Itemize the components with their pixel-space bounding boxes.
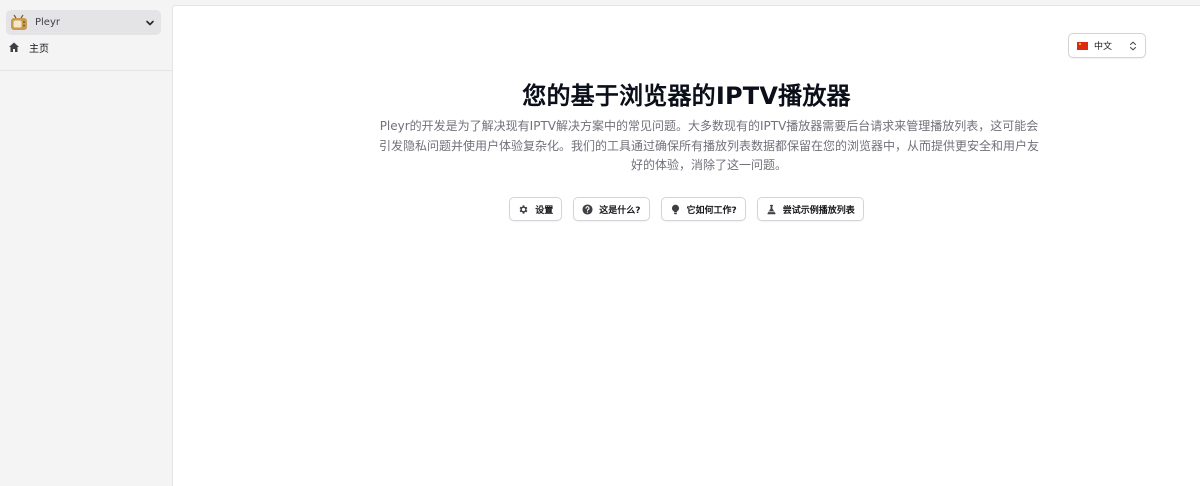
what-is-this-button[interactable]: 这是什么? [573,197,650,221]
try-sample-playlist-button-label: 尝试示例播放列表 [782,205,855,216]
how-it-works-button-label: 它如何工作? [686,205,737,216]
settings-button-label: 设置 [535,205,554,216]
question-icon [582,203,593,215]
page-description: Pleyr的开发是为了解决现有IPTV解决方案中的常见问题。大多数现有的IPTV… [378,119,1039,172]
try-sample-playlist-button[interactable]: 尝试示例播放列表 [756,197,864,221]
home-icon [8,41,20,53]
sidebar-item-home[interactable]: 主页 [8,38,163,56]
language-select[interactable]: 中文 [1068,33,1146,58]
lightbulb-icon [670,204,681,215]
flask-icon [766,204,777,215]
gear-icon [518,204,529,215]
app-switcher-button[interactable]: Pleyr [6,10,161,35]
sidebar-item-label: 主页 [29,43,49,55]
tv-icon [10,14,28,32]
china-flag-icon [1077,41,1088,50]
app-name: Pleyr [35,17,60,28]
how-it-works-button[interactable]: 它如何工作? [660,197,746,221]
chevron-up-down-icon [1129,41,1137,51]
chevron-down-icon [145,18,155,28]
settings-button[interactable]: 设置 [509,197,563,221]
sidebar: Pleyr 主页 [0,0,172,486]
what-is-this-button-label: 这是什么? [599,205,641,216]
page-title: 您的基于浏览器的IPTV播放器 [522,82,851,110]
action-buttons: 设置 这是什么? 它如何工作? 尝试示例播放列表 [173,197,1200,221]
main-content: 中文 您的基于浏览器的IPTV播放器 Pleyr的开发是为了解决现有IPTV解决… [172,5,1200,486]
language-label: 中文 [1094,42,1113,52]
sidebar-divider [0,70,172,71]
